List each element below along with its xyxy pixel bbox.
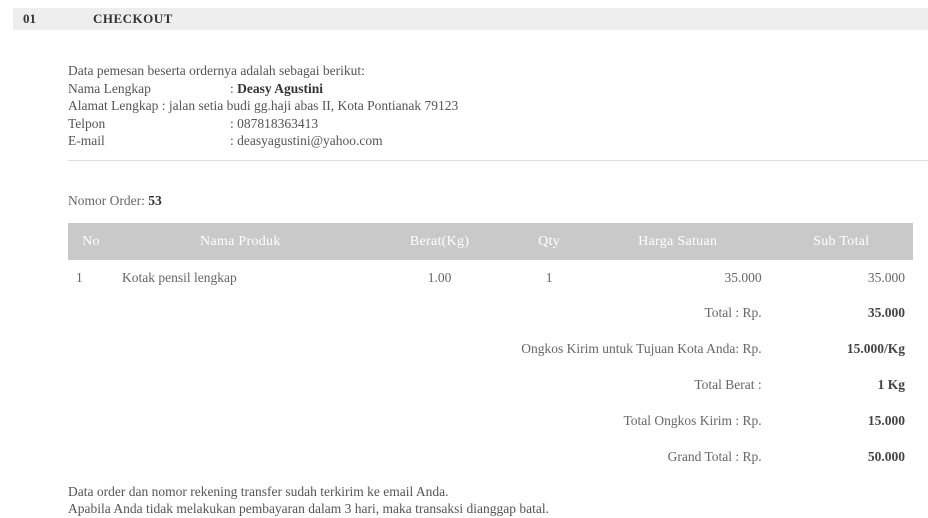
summary-grand-total-label: Grand Total : Rp. bbox=[667, 449, 762, 464]
order-number: Nomor Order: 53 bbox=[68, 193, 162, 209]
cell-unit-price: 35.000 bbox=[724, 269, 762, 285]
col-header-product: Nama Produk bbox=[114, 223, 367, 260]
summary-total-label: Total : Rp. bbox=[704, 305, 762, 320]
customer-address-value: : jalan setia budi gg.haji abas II, Kota… bbox=[161, 98, 459, 113]
customer-address-row: Alamat Lengkap : jalan setia budi gg.haj… bbox=[68, 97, 908, 115]
footer-line-2: Apabila Anda tidak melakukan pembayaran … bbox=[68, 501, 549, 516]
footer-notice: Data order dan nomor rekening transfer s… bbox=[68, 483, 928, 517]
summary-weight-row: Total Berat : 1 Kg bbox=[68, 367, 913, 403]
col-header-qty: Qty bbox=[512, 223, 586, 260]
summary-grand-total-value: 50.000 bbox=[867, 449, 905, 464]
customer-details: Data pemesan beserta ordernya adalah seb… bbox=[68, 62, 908, 150]
customer-phone-row: Telpon : 087818363413 bbox=[68, 115, 908, 133]
summary-shipping-total-row: Total Ongkos Kirim : Rp. 15.000 bbox=[68, 403, 913, 439]
cell-no: 1 bbox=[76, 269, 83, 285]
section-number: 01 bbox=[23, 11, 36, 26]
customer-email-row: E-mail : deasyagustini@yahoo.com bbox=[68, 132, 908, 150]
customer-email-label: E-mail bbox=[68, 133, 105, 148]
order-number-label: Nomor Order: bbox=[68, 193, 145, 208]
col-header-unit-price: Harga Satuan bbox=[585, 223, 770, 260]
col-header-no: No bbox=[68, 223, 114, 260]
customer-email-value: : deasyagustini@yahoo.com bbox=[230, 133, 383, 148]
summary-shipping-total-label: Total Ongkos Kirim : Rp. bbox=[623, 413, 762, 428]
customer-phone-label: Telpon bbox=[68, 115, 106, 131]
order-items-table: No Nama Produk Berat(Kg) Qty Harga Satua… bbox=[68, 223, 913, 475]
col-header-subtotal: Sub Total bbox=[769, 223, 913, 260]
divider bbox=[68, 160, 928, 161]
summary-weight-label: Total Berat : bbox=[694, 377, 762, 392]
customer-name-value: : Deasy Agustini bbox=[230, 80, 324, 96]
customer-name-label: Nama Lengkap bbox=[68, 80, 151, 96]
summary-shipping-rate-label: Ongkos Kirim untuk Tujuan Kota Anda: Rp. bbox=[521, 341, 762, 356]
table-header-row: No Nama Produk Berat(Kg) Qty Harga Satua… bbox=[68, 223, 913, 260]
order-number-value: 53 bbox=[148, 193, 162, 208]
summary-weight-value: 1 Kg bbox=[877, 377, 905, 392]
footer-line-1: Data order dan nomor rekening transfer s… bbox=[68, 484, 449, 499]
cell-qty: 1 bbox=[545, 269, 553, 285]
customer-address-label: Alamat Lengkap bbox=[68, 98, 159, 113]
summary-grand-total-row: Grand Total : Rp. 50.000 bbox=[68, 439, 913, 475]
summary-total-value: 35.000 bbox=[867, 305, 905, 320]
summary-shipping-total-value: 15.000 bbox=[867, 413, 905, 428]
cell-subtotal: 35.000 bbox=[867, 269, 905, 285]
summary-shipping-rate-row: Ongkos Kirim untuk Tujuan Kota Anda: Rp.… bbox=[68, 331, 913, 367]
section-header: 01 CHECKOUT bbox=[13, 8, 928, 30]
customer-phone-value: : 087818363413 bbox=[230, 115, 319, 131]
summary-shipping-rate-value: 15.000/Kg bbox=[846, 341, 905, 356]
customer-intro: Data pemesan beserta ordernya adalah seb… bbox=[68, 63, 365, 78]
customer-name-row: Nama Lengkap : Deasy Agustini bbox=[68, 80, 908, 98]
col-header-weight: Berat(Kg) bbox=[366, 223, 513, 260]
cell-weight: 1.00 bbox=[427, 269, 452, 285]
section-title: CHECKOUT bbox=[93, 11, 173, 26]
cell-product: Kotak pensil lengkap bbox=[122, 269, 237, 285]
summary-total-row: Total : Rp. 35.000 bbox=[68, 295, 913, 331]
table-row: 1 Kotak pensil lengkap 1.00 1 35.000 35.… bbox=[68, 260, 913, 295]
